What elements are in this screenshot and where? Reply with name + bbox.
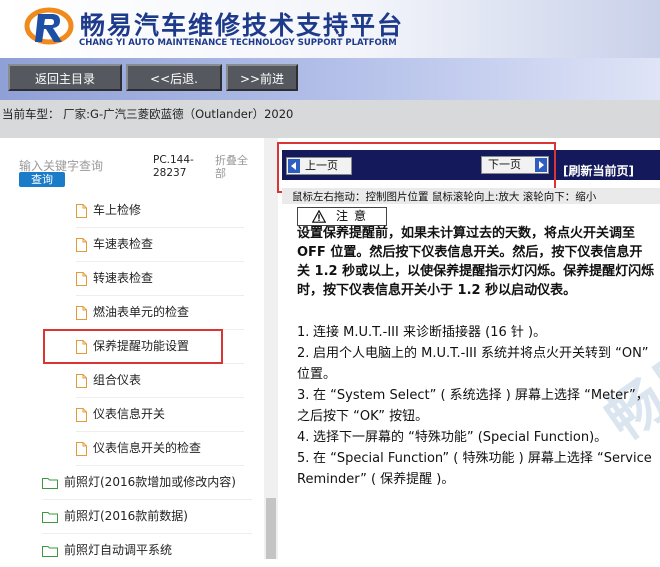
step-number: 3. [297,388,310,403]
logo-icon [24,7,74,45]
document-icon [76,305,87,320]
home-button[interactable]: 返回主目录 [8,64,122,91]
tree-item-doc[interactable]: 转速表检查 [76,261,244,296]
step-item: 2. 启用个人电脑上的 M.U.T.-III 系统并将点火开关转到 “ON” 位置… [297,343,657,385]
current-model-text: 当前车型： 厂家:G-广汽三菱欧蓝德（Outlander）2020 [2,107,294,121]
tree-item-doc[interactable]: 车上检修 [76,193,244,228]
tree-folder[interactable]: 前照灯(2016款前数据) [42,499,252,534]
forward-button[interactable]: >>前进 [226,64,298,91]
selection-highlight [43,329,223,364]
sidebar-scroll-thumb[interactable] [266,498,276,559]
tree-item-label: 车速表检查 [93,237,154,251]
tree-item-doc[interactable]: 仪表信息开关 [76,397,244,432]
step-item: 5. 在 “Special Function” ( 特殊功能 ) 屏幕上选择 “S… [297,448,657,490]
document-icon [76,271,87,286]
document-icon [76,441,87,456]
step-number: 4. [297,430,310,445]
tree-item-label: 组合仪表 [93,373,142,387]
caution-title: 注意 [336,209,373,223]
back-button[interactable]: <<后退. [126,64,222,91]
tree-item-doc[interactable]: 车速表检查 [76,227,244,262]
folder-icon [42,511,58,523]
tree-folder-label: 前照灯(2016款增加或修改内容) [64,475,236,489]
folder-icon [42,477,58,489]
step-text: 在 “Special Function” ( 特殊功能 ) 屏幕上选择 “Ser… [297,451,652,487]
step-item: 4. 选择下一屏幕的 “特殊功能” (Special Function)。 [297,427,657,448]
nav-highlight [277,142,556,193]
tree-item-doc[interactable]: 仪表信息开关的检查 [76,431,244,466]
zoom-hint-bar: 鼠标左右拖动：控制图片位置 鼠标滚轮向上:放大 滚轮向下：缩小 [282,188,660,205]
document-icon [76,373,87,388]
tree-folder-label: 前照灯自动调平系统 [64,543,173,557]
collapse-all-button[interactable]: 折叠全部 [215,154,255,180]
step-number: 1. [297,325,310,340]
search-button[interactable]: 查询 [19,172,65,187]
tree-item-label: 车上检修 [93,203,142,217]
document-icon [76,237,87,252]
tree-item-label: 仪表信息开关 [93,407,166,421]
current-model-bar: 当前车型： 厂家:G-广汽三菱欧蓝德（Outlander）2020 [0,100,660,138]
step-item: 1. 连接 M.U.T.-III 来诊断插接器 (16 针 )。 [297,322,657,343]
step-item: 3. 在 “System Select” ( 系统选择 ) 屏幕上选择 “Mete… [297,385,657,427]
step-number: 5. [297,451,310,466]
tree-item-label: 转速表检查 [93,271,154,285]
tree-item-label: 仪表信息开关的检查 [93,441,202,455]
step-number: 2. [297,346,310,361]
brand-subtitle: CHANG YI AUTO MAINTENANCE TECHNOLOGY SUP… [79,38,397,48]
document-icon [76,203,87,218]
tree-item-doc[interactable]: 燃油表单元的检查 [76,295,244,330]
pc-code: PC.144-28237 [153,154,194,179]
tree-folder[interactable]: 前照灯(2016款增加或修改内容) [42,465,252,500]
step-text: 启用个人电脑上的 M.U.T.-III 系统并将点火开关转到 “ON” 位置。 [297,346,649,382]
folder-icon [42,545,58,557]
step-text: 连接 M.U.T.-III 来诊断插接器 (16 针 )。 [313,325,547,340]
tree-folder-label: 前照灯(2016款前数据) [64,509,188,523]
brand-title: 畅易汽车维修技术支持平台 [80,11,405,40]
document-icon [76,407,87,422]
step-text: 选择下一屏幕的 “特殊功能” (Special Function)。 [313,430,608,445]
zoom-hint-text: 鼠标左右拖动：控制图片位置 鼠标滚轮向上:放大 滚轮向下：缩小 [292,191,597,203]
step-text: 在 “System Select” ( 系统选择 ) 屏幕上选择 “Meter”… [297,388,649,424]
app-header: 畅易汽车维修技术支持平台 CHANG YI AUTO MAINTENANCE T… [0,0,660,58]
warning-icon [312,210,326,223]
tree-folder[interactable]: 前照灯自动调平系统 [42,533,252,567]
refresh-page-button[interactable]: [刷新当前页] [563,162,634,179]
sidebar-scrollbar[interactable] [264,138,278,559]
caution-paragraph: 设置保养提醒前，如果未计算过去的天数，将点火开关调至 OFF 位置。然后按下仪表… [297,226,655,298]
toolbar: 返回主目录 <<后退. >>前进 [0,58,660,100]
tree-item-doc[interactable]: 组合仪表 [76,363,244,398]
tree-item-label: 燃油表单元的检查 [93,305,190,319]
